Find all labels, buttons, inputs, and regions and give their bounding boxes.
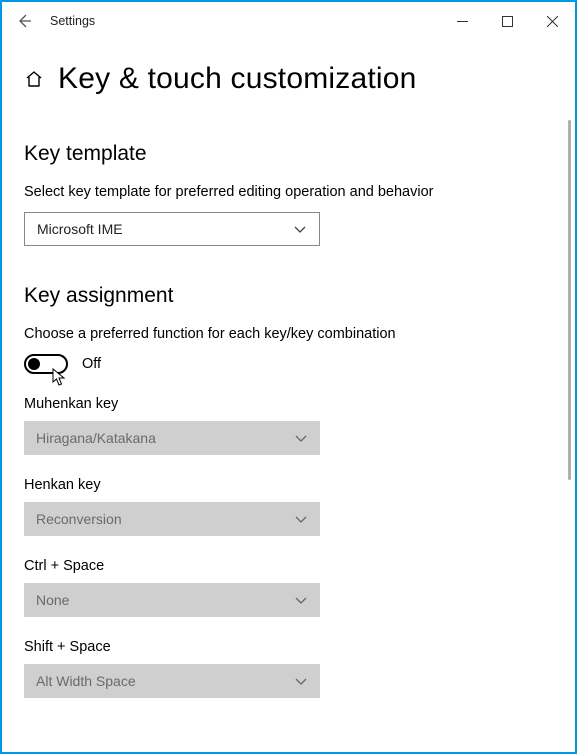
field-shift-space: Shift + Space Alt Width Space [24,639,553,698]
chevron-down-icon [294,593,308,607]
select-ctrl-space[interactable]: None [24,583,320,617]
close-button[interactable] [530,4,575,38]
field-label-henkan: Henkan key [24,477,553,493]
field-label-ctrl-space: Ctrl + Space [24,558,553,574]
section-key-template-desc: Select key template for preferred editin… [24,184,553,200]
select-shift-space[interactable]: Alt Width Space [24,664,320,698]
field-label-shift-space: Shift + Space [24,639,553,655]
section-key-template-heading: Key template [24,142,553,166]
field-henkan: Henkan key Reconversion [24,477,553,536]
toggle-state-label: Off [82,356,101,372]
chevron-down-icon [294,431,308,445]
field-muhenkan: Muhenkan key Hiragana/Katakana [24,396,553,455]
key-template-value: Microsoft IME [37,221,123,237]
select-value: Hiragana/Katakana [36,430,156,446]
page-header: Key & touch customization [24,40,553,104]
key-template-select[interactable]: Microsoft IME [24,212,320,246]
scrollbar[interactable] [568,120,571,480]
home-icon[interactable] [24,69,44,89]
select-value: Alt Width Space [36,673,136,689]
select-value: Reconversion [36,511,122,527]
toggle-knob [28,358,40,370]
chevron-down-icon [293,222,307,236]
chevron-down-icon [294,674,308,688]
key-assignment-toggle-row: Off [24,354,553,374]
settings-window: Settings Key & touch customization Key t… [0,0,577,754]
select-henkan[interactable]: Reconversion [24,502,320,536]
select-value: None [36,592,69,608]
page-title: Key & touch customization [58,62,417,96]
minimize-button[interactable] [440,4,485,38]
field-label-muhenkan: Muhenkan key [24,396,553,412]
section-key-assignment-heading: Key assignment [24,284,553,308]
content: Key & touch customization Key template S… [2,40,575,752]
field-ctrl-space: Ctrl + Space None [24,558,553,617]
section-key-assignment-desc: Choose a preferred function for each key… [24,326,553,342]
window-title: Settings [50,14,95,28]
select-muhenkan[interactable]: Hiragana/Katakana [24,421,320,455]
titlebar: Settings [2,2,575,40]
key-assignment-toggle[interactable] [24,354,68,374]
back-icon[interactable] [16,13,32,29]
chevron-down-icon [294,512,308,526]
maximize-button[interactable] [485,4,530,38]
